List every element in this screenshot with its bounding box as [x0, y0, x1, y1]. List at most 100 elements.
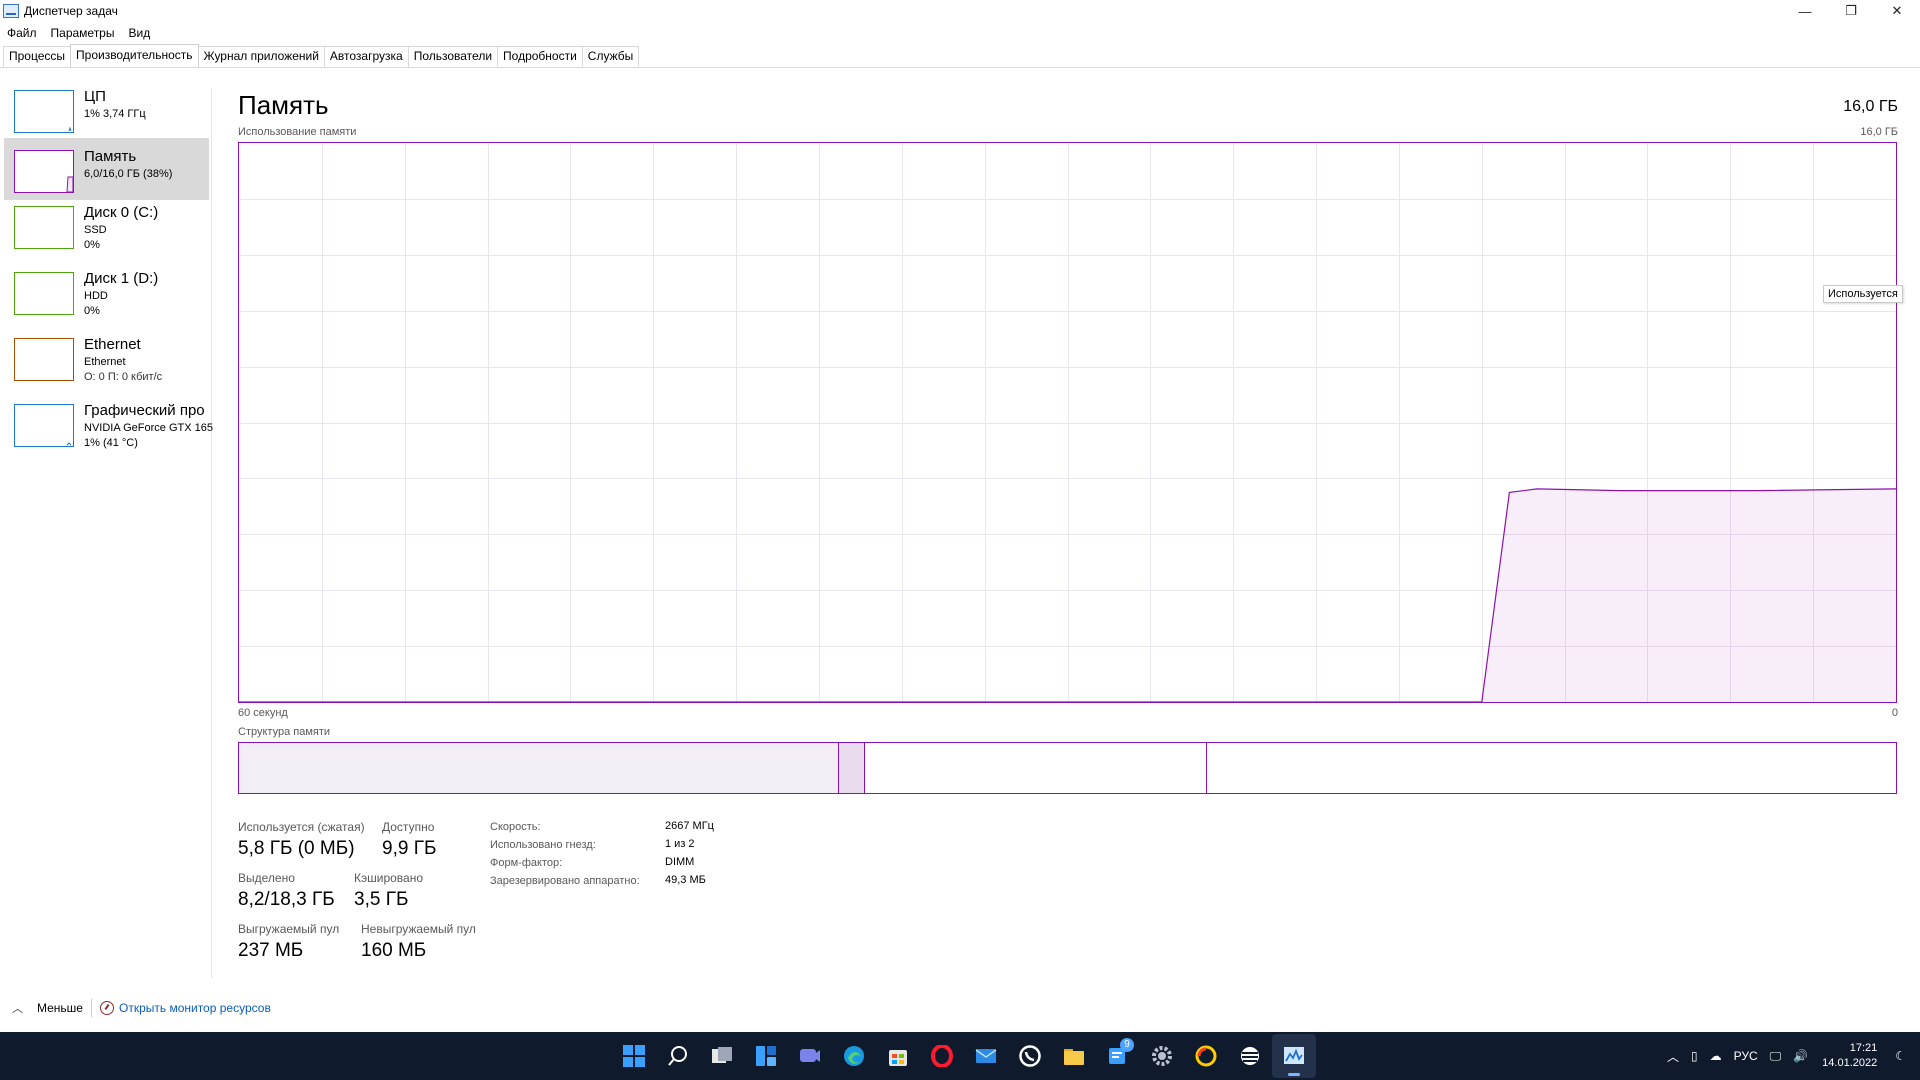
sidebar-item-title: Графический про — [84, 402, 205, 419]
sidebar-item-disk-c[interactable]: Диск 0 (C:) SSD 0% — [4, 204, 209, 266]
language-indicator[interactable]: РУС — [1734, 1049, 1758, 1063]
clock[interactable]: 17:21 14.01.2022 — [1822, 1041, 1877, 1071]
available-label: Доступно — [382, 820, 435, 834]
sidebar-item-subtitle: 6,0/16,0 ГБ (38%) — [84, 168, 173, 180]
sidebar-item-disk-d[interactable]: Диск 1 (D:) HDD 0% — [4, 270, 209, 332]
task-manager-icon[interactable] — [1272, 1034, 1316, 1078]
in-use-tooltip: Используется — [1823, 285, 1903, 303]
nonpaged-pool-value: 160 МБ — [361, 940, 427, 961]
chevron-up-icon[interactable]: ︿ — [1667, 1048, 1679, 1065]
whatsapp-icon[interactable] — [1008, 1034, 1052, 1078]
sidebar-item-title: Память — [84, 148, 137, 165]
memory-composition-bar — [238, 742, 1897, 794]
tab-details[interactable]: Подробности — [497, 46, 583, 67]
sidebar-item-title: Ethernet — [84, 336, 141, 353]
ethernet-thumbnail-graph — [14, 338, 74, 381]
task-manager-window: Диспетчер задач — ❐ ✕ Файл Параметры Вид… — [0, 0, 1920, 1080]
notification-badge: 9 — [1120, 1038, 1134, 1052]
opera-icon[interactable] — [920, 1034, 964, 1078]
edge-icon[interactable] — [832, 1034, 876, 1078]
composition-standby-segment — [865, 743, 1207, 793]
tab-processes[interactable]: Процессы — [3, 46, 72, 67]
available-value: 9,9 ГБ — [382, 838, 437, 859]
tab-services[interactable]: Службы — [581, 46, 640, 67]
memory-composition-label: Структура памяти — [238, 726, 331, 738]
slots-used-value: 1 из 2 — [665, 838, 695, 850]
performance-sidebar: ЦП 1% 3,74 ГГц Память 6,0/16,0 ГБ (38%) … — [0, 88, 213, 978]
system-tray: ︿ ▯ ☁ РУС 🖵 🔊 17:21 14.01.2022 ☾ — [1661, 1032, 1920, 1080]
task-view-icon[interactable] — [700, 1034, 744, 1078]
hardware-reserved-value: 49,3 МБ — [665, 874, 706, 886]
minimize-button[interactable]: — — [1782, 0, 1828, 22]
clock-time: 17:21 — [1849, 1042, 1878, 1054]
gpu-thumbnail-graph — [14, 404, 74, 447]
composition-modified-segment — [838, 743, 866, 793]
sidebar-item-detail: 0% — [84, 239, 100, 251]
taskbar: 9 ︿ ▯ ☁ РУС 🖵 🔊 17:21 14.01.2022 ☾ — [0, 1032, 1920, 1080]
sidebar-item-memory[interactable]: Память 6,0/16,0 ГБ (38%) — [4, 138, 209, 200]
sidebar-item-detail: 0% — [84, 305, 100, 317]
sidebar-item-subtitle: HDD — [84, 290, 108, 302]
memory-usage-label: Использование памяти — [238, 126, 357, 138]
open-resource-monitor-link[interactable]: Открыть монитор ресурсов — [119, 1001, 271, 1015]
yandex-icon[interactable] — [1184, 1034, 1228, 1078]
tray-device-icon[interactable]: ▯ — [1691, 1049, 1698, 1063]
sidebar-item-title: Диск 0 (C:) — [84, 204, 159, 221]
fewer-details-button[interactable]: Меньше — [37, 1001, 83, 1015]
memory-usage-graph — [238, 142, 1897, 703]
sidebar-item-subtitle: 1% 3,74 ГГц — [84, 108, 146, 120]
app-badge-icon[interactable]: 9 — [1096, 1034, 1140, 1078]
page-title: Память — [238, 90, 329, 120]
memory-thumbnail-graph — [14, 150, 74, 193]
committed-value: 8,2/18,3 ГБ — [238, 889, 335, 910]
memory-area-fill — [239, 488, 1896, 702]
onedrive-icon[interactable]: ☁ — [1710, 1049, 1722, 1063]
memory-usage-chart — [239, 143, 1896, 702]
widgets-icon[interactable] — [744, 1034, 788, 1078]
chevron-up-icon[interactable]: ︿ — [12, 1000, 23, 1016]
in-use-value: 5,8 ГБ (0 МБ) — [238, 838, 355, 859]
form-factor-label: Форм-фактор: — [490, 857, 563, 869]
disk-d-thumbnail-graph — [14, 272, 74, 315]
restore-button[interactable]: ❐ — [1828, 0, 1874, 22]
window-title: Диспетчер задач — [24, 4, 118, 18]
settings-icon[interactable] — [1140, 1034, 1184, 1078]
tab-app-history[interactable]: Журнал приложений — [197, 46, 325, 67]
form-factor-value: DIMM — [665, 856, 695, 868]
file-explorer-icon[interactable] — [1052, 1034, 1096, 1078]
in-use-label: Используется (сжатая) — [238, 820, 365, 834]
menu-view[interactable]: Вид — [121, 24, 157, 42]
sidebar-item-gpu[interactable]: Графический про NVIDIA GeForce GTX 165 1… — [4, 402, 213, 464]
disk-c-thumbnail-graph — [14, 206, 74, 249]
close-button[interactable]: ✕ — [1874, 0, 1920, 22]
menu-file[interactable]: Файл — [0, 24, 44, 42]
notifications-icon[interactable]: ☾ — [1895, 1049, 1906, 1063]
network-icon[interactable]: 🖵 — [1770, 1049, 1782, 1064]
menu-options[interactable]: Параметры — [44, 24, 122, 42]
cached-label: Кэшировано — [354, 871, 424, 885]
search-icon[interactable] — [656, 1034, 700, 1078]
teams-chat-icon[interactable] — [788, 1034, 832, 1078]
sidebar-item-subtitle: NVIDIA GeForce GTX 165 — [84, 422, 213, 434]
sidebar-item-ethernet[interactable]: Ethernet Ethernet О: 0 П: 0 кбит/с — [4, 336, 209, 398]
windows-start-icon[interactable] — [612, 1034, 656, 1078]
sidebar-item-detail: 1% (41 °C) — [84, 437, 138, 449]
store-icon[interactable] — [876, 1034, 920, 1078]
globe-app-icon[interactable] — [1228, 1034, 1272, 1078]
sidebar-item-subtitle: SSD — [84, 224, 107, 236]
speed-label: Скорость: — [490, 821, 541, 833]
volume-icon[interactable]: 🔊 — [1793, 1049, 1808, 1063]
graph-max-label: 16,0 ГБ — [1860, 126, 1898, 138]
hardware-reserved-label: Зарезервировано аппаратно: — [490, 875, 640, 887]
speed-value: 2667 МГц — [665, 820, 714, 832]
tab-users[interactable]: Пользователи — [407, 46, 499, 67]
total-memory: 16,0 ГБ — [1843, 98, 1898, 115]
resource-monitor-icon[interactable] — [99, 1001, 114, 1015]
tab-startup[interactable]: Автозагрузка — [323, 46, 409, 67]
footer-bar: ︿ Меньше Открыть монитор ресурсов — [0, 996, 1920, 1020]
tab-bar: Процессы Производительность Журнал прило… — [0, 44, 1920, 68]
tab-performance[interactable]: Производительность — [70, 44, 199, 67]
mail-icon[interactable] — [964, 1034, 1008, 1078]
slots-used-label: Использовано гнезд: — [490, 839, 596, 851]
title-bar: Диспетчер задач — ❐ ✕ — [0, 0, 1920, 22]
